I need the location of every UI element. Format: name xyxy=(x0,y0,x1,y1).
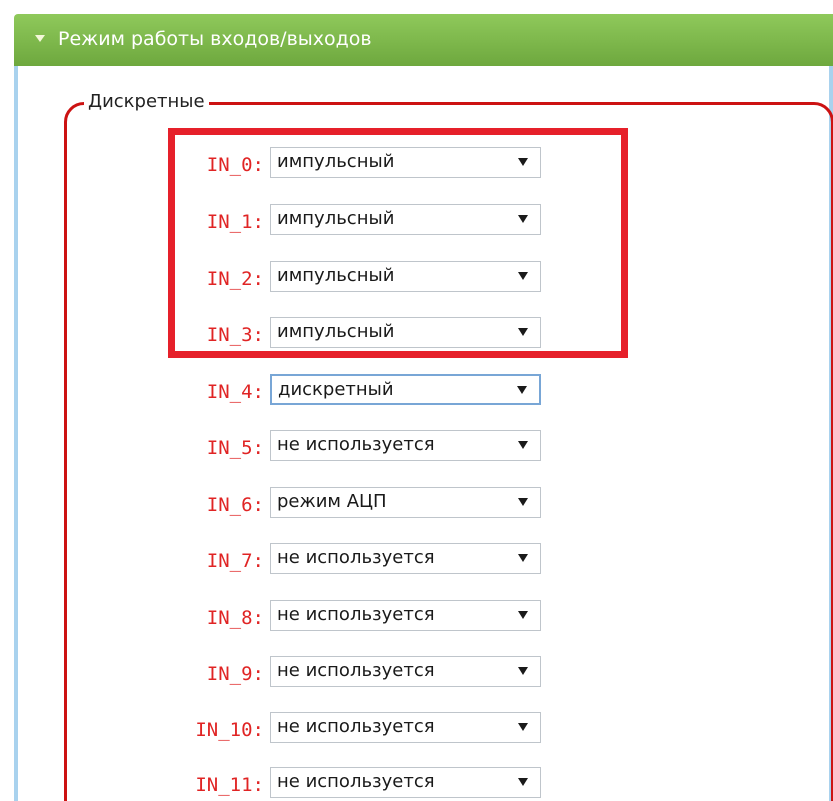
select-value: не используется xyxy=(277,716,435,737)
section-header[interactable]: Режим работы входов/выходов xyxy=(14,14,833,66)
section-title: Режим работы входов/выходов xyxy=(58,28,372,50)
dropdown-arrow-icon xyxy=(518,215,528,223)
input-row-in1: IN_1: импульсный xyxy=(150,202,550,236)
input-label: IN_2: xyxy=(206,268,264,290)
dropdown-arrow-icon xyxy=(517,386,527,394)
mode-select-in6[interactable]: режим АЦП xyxy=(270,487,541,518)
dropdown-arrow-icon xyxy=(518,441,528,449)
input-row-in11: IN_11: не используется xyxy=(150,765,550,799)
mode-select-in4[interactable]: дискретный xyxy=(270,374,541,405)
select-value: не используется xyxy=(277,434,435,455)
select-value: импульсный xyxy=(277,265,395,286)
dropdown-arrow-icon xyxy=(518,498,528,506)
dropdown-arrow-icon xyxy=(518,272,528,280)
input-row-in0: IN_0: импульсный xyxy=(150,145,550,179)
select-value: не используется xyxy=(277,771,435,792)
input-row-in9: IN_9: не используется xyxy=(150,654,550,688)
input-label: IN_6: xyxy=(206,494,264,516)
dropdown-arrow-icon xyxy=(518,778,528,786)
triangle-down-icon[interactable] xyxy=(35,35,45,42)
mode-select-in5[interactable]: не используется xyxy=(270,430,541,461)
mode-select-in2[interactable]: импульсный xyxy=(270,261,541,292)
input-label: IN_7: xyxy=(206,550,264,572)
dropdown-arrow-icon xyxy=(518,554,528,562)
dropdown-arrow-icon xyxy=(518,723,528,731)
mode-select-in7[interactable]: не используется xyxy=(270,543,541,574)
select-value: не используется xyxy=(277,660,435,681)
input-label: IN_9: xyxy=(206,663,264,685)
panel-border-left xyxy=(14,66,18,801)
input-row-in7: IN_7: не используется xyxy=(150,541,550,575)
mode-select-in11[interactable]: не используется xyxy=(270,767,541,798)
input-label: IN_10: xyxy=(195,719,264,741)
fieldset-legend: Дискретные xyxy=(84,90,209,114)
input-row-in5: IN_5: не используется xyxy=(150,428,550,462)
select-value: не используется xyxy=(277,547,435,568)
input-row-in8: IN_8: не используется xyxy=(150,598,550,632)
mode-select-in10[interactable]: не используется xyxy=(270,712,541,743)
input-label: IN_1: xyxy=(206,211,264,233)
select-value: импульсный xyxy=(277,151,395,172)
input-label: IN_5: xyxy=(206,437,264,459)
mode-select-in0[interactable]: импульсный xyxy=(270,147,541,178)
mode-select-in1[interactable]: импульсный xyxy=(270,204,541,235)
mode-select-in8[interactable]: не используется xyxy=(270,600,541,631)
mode-select-in3[interactable]: импульсный xyxy=(270,317,541,348)
dropdown-arrow-icon xyxy=(518,611,528,619)
input-label: IN_8: xyxy=(206,607,264,629)
dropdown-arrow-icon xyxy=(518,667,528,675)
input-label: IN_0: xyxy=(206,154,264,176)
dropdown-arrow-icon xyxy=(518,158,528,166)
dropdown-arrow-icon xyxy=(518,328,528,336)
input-row-in2: IN_2: импульсный xyxy=(150,259,550,293)
select-value: импульсный xyxy=(277,321,395,342)
select-value: режим АЦП xyxy=(277,491,387,512)
input-label: IN_4: xyxy=(206,381,264,403)
input-row-in6: IN_6: режим АЦП xyxy=(150,485,550,519)
input-row-in4: IN_4: дискретный xyxy=(150,372,550,406)
input-label: IN_3: xyxy=(206,324,264,346)
input-row-in10: IN_10: не используется xyxy=(150,710,550,744)
mode-select-in9[interactable]: не используется xyxy=(270,656,541,687)
input-row-in3: IN_3: импульсный xyxy=(150,315,550,349)
select-value: не используется xyxy=(277,604,435,625)
select-value: импульсный xyxy=(277,208,395,229)
select-value: дискретный xyxy=(278,379,394,400)
io-mode-page: Режим работы входов/выходов Дискретные I… xyxy=(0,0,833,801)
input-label: IN_11: xyxy=(195,774,264,796)
